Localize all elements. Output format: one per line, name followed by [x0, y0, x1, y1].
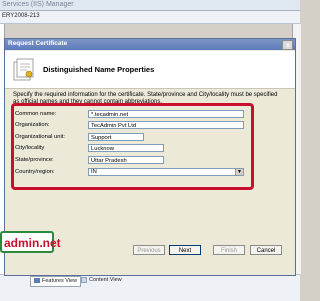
dialog-header: Distinguished Name Properties [5, 51, 295, 89]
iis-window-titlebar: Services (IIS) Manager [0, 0, 300, 11]
next-button[interactable]: Next [169, 245, 201, 255]
address-text: ERY2008-213 [2, 13, 40, 19]
dialog-heading: Distinguished Name Properties [43, 65, 155, 74]
address-bar[interactable]: ERY2008-213 [0, 11, 300, 24]
features-view-icon [34, 278, 40, 284]
certificate-icon [13, 58, 34, 81]
cancel-button[interactable]: Cancel [250, 245, 282, 255]
content-view-tab[interactable]: Content View [78, 276, 125, 285]
dialog-title: Request Certificate [8, 40, 68, 47]
watermark-text: admin.net [4, 236, 61, 250]
content-view-label: Content View [89, 277, 122, 283]
previous-button[interactable]: Previous [133, 245, 165, 255]
dialog-titlebar: Request Certificate x [5, 39, 295, 50]
features-view-label: Features View [42, 278, 78, 284]
finish-button[interactable]: Finish [213, 245, 245, 255]
content-view-icon [81, 276, 87, 283]
features-view-tab[interactable]: Features View [30, 276, 82, 287]
iis-window-title: Services (IIS) Manager [2, 1, 74, 8]
close-icon: x [286, 42, 290, 49]
watermark: admin.net [0, 231, 61, 253]
close-button[interactable]: x [282, 40, 293, 50]
highlight-box [11, 103, 254, 190]
